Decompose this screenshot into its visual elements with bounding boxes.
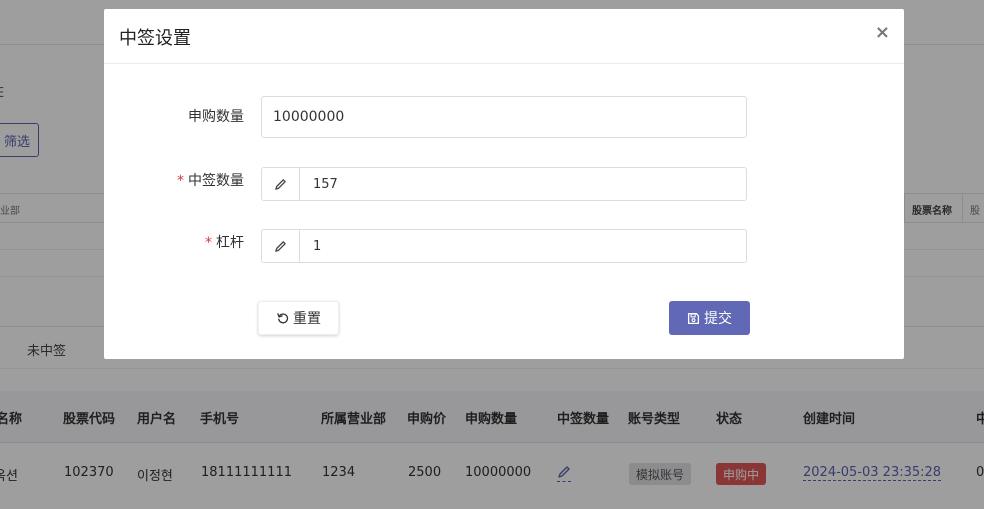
won-qty-input-group [261,167,747,201]
subscribe-qty-label: 申购数量 [104,106,244,126]
reset-button[interactable]: 重置 [258,301,339,335]
won-qty-label: * 中签数量 [104,170,244,190]
required-mark: * [177,173,184,189]
leverage-input-group [261,229,747,263]
save-icon [687,312,700,324]
subscribe-qty-input[interactable] [261,96,747,138]
subscribe-qty-label-text: 申购数量 [188,109,244,125]
submit-button-label: 提交 [704,311,732,327]
submit-button[interactable]: 提交 [669,301,750,335]
rotate-ccw-icon [277,313,289,324]
close-icon[interactable]: × [875,23,890,43]
required-mark: * [205,235,212,251]
pencil-icon [262,168,300,200]
won-qty-label-text: 中签数量 [188,173,244,189]
reset-button-label: 重置 [293,311,321,327]
won-qty-input[interactable] [300,168,746,200]
modal-header: 中签设置 × [104,9,904,64]
leverage-label: * 杠杆 [104,232,244,252]
leverage-input[interactable] [300,230,746,262]
won-settings-modal: 中签设置 × 申购数量 *中签数量 *杠杆 重置 [104,9,904,359]
modal-title: 中签设置 [119,28,191,49]
pencil-icon [262,230,300,262]
leverage-label-text: 杠杆 [216,235,244,251]
